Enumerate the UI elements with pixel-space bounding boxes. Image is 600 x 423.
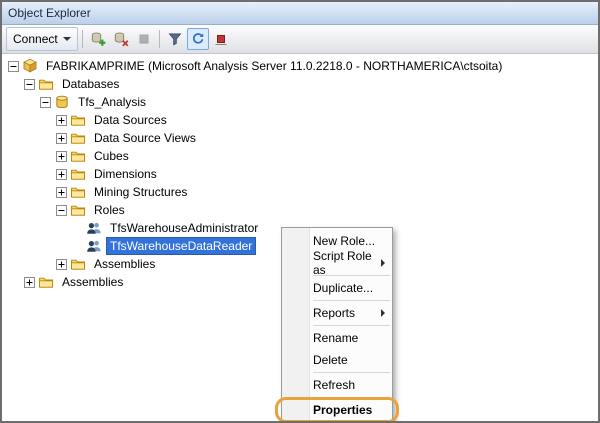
filter-icon bbox=[167, 31, 183, 47]
folder-icon bbox=[70, 130, 86, 146]
tree-item-label: Dimensions bbox=[94, 167, 157, 181]
folder-icon bbox=[70, 112, 86, 128]
tree-item-databases[interactable]: Databases bbox=[2, 75, 598, 93]
expand-expander-icon[interactable] bbox=[24, 276, 35, 288]
menu-item-script-role-as[interactable]: Script Role as bbox=[282, 249, 392, 277]
disconnect-server-icon bbox=[113, 31, 129, 47]
menu-item-delete[interactable]: Delete bbox=[282, 349, 392, 371]
tree-item-label: Roles bbox=[94, 203, 125, 217]
tree-item-dimensions[interactable]: Dimensions bbox=[2, 165, 598, 183]
menu-item-label: Reports bbox=[313, 306, 356, 320]
refresh-button[interactable] bbox=[186, 28, 209, 50]
folder-icon bbox=[70, 148, 86, 164]
chevron-down-icon bbox=[62, 37, 71, 41]
object-explorer-toolbar: Connect bbox=[2, 25, 598, 54]
folder-icon bbox=[70, 184, 86, 200]
refresh-icon bbox=[190, 31, 206, 47]
tree-item-tfs-analysis[interactable]: Tfs_Analysis bbox=[2, 93, 598, 111]
expand-expander-icon[interactable] bbox=[56, 186, 67, 198]
folder-icon bbox=[38, 76, 54, 92]
tree-item-label: TfsWarehouseAdministrator bbox=[110, 221, 259, 235]
expand-expander-icon[interactable] bbox=[56, 114, 67, 126]
tree-item-roles[interactable]: Roles bbox=[2, 201, 598, 219]
menu-item-rename[interactable]: Rename bbox=[282, 327, 392, 349]
tree-item-label: Cubes bbox=[94, 149, 129, 163]
collapse-expander-icon[interactable] bbox=[56, 204, 67, 216]
menu-separator bbox=[313, 275, 390, 276]
stop-refresh-icon bbox=[213, 31, 229, 47]
expand-expander-icon[interactable] bbox=[56, 258, 67, 270]
role-icon bbox=[86, 220, 102, 236]
context-menu: New Role... Script Role as Duplicate... Rep… bbox=[275, 227, 399, 421]
submenu-arrow-icon bbox=[381, 309, 385, 317]
tree-item-label: Data Source Views bbox=[94, 131, 196, 145]
database-icon bbox=[54, 94, 70, 110]
menu-item-label: Script Role as bbox=[313, 249, 372, 277]
menu-item-reports[interactable]: Reports bbox=[282, 302, 392, 324]
stop-button bbox=[133, 28, 155, 50]
folder-icon bbox=[70, 202, 86, 218]
menu-item-label: Duplicate... bbox=[313, 281, 374, 295]
tree-item-mining-structures[interactable]: Mining Structures bbox=[2, 183, 598, 201]
submenu-arrow-icon bbox=[381, 259, 385, 267]
tree-item-label: TfsWarehouseDataReader bbox=[106, 237, 257, 255]
tree-item-cubes[interactable]: Cubes bbox=[2, 147, 598, 165]
menu-separator bbox=[313, 397, 390, 398]
tree-item-label: FABRIKAMPRIME (Microsoft Analysis Server… bbox=[46, 59, 503, 73]
role-icon bbox=[86, 238, 102, 254]
panel-title: Object Explorer bbox=[8, 6, 91, 20]
tree-item-data-source-views[interactable]: Data Source Views bbox=[2, 129, 598, 147]
connect-dropdown-button[interactable]: Connect bbox=[6, 27, 78, 51]
menu-item-label: Properties bbox=[313, 403, 373, 417]
tree-item-label: Assemblies bbox=[94, 257, 156, 271]
tree-item-label: Databases bbox=[62, 77, 120, 91]
menu-item-duplicate[interactable]: Duplicate... bbox=[282, 277, 392, 299]
menu-item-label: Refresh bbox=[313, 378, 356, 392]
menu-separator bbox=[313, 300, 390, 301]
folder-icon bbox=[38, 274, 54, 290]
menu-item-label: Rename bbox=[313, 331, 359, 345]
folder-icon bbox=[70, 166, 86, 182]
menu-item-refresh[interactable]: Refresh bbox=[282, 374, 392, 396]
expand-expander-icon[interactable] bbox=[56, 132, 67, 144]
menu-item-properties[interactable]: Properties bbox=[275, 397, 399, 421]
menu-separator bbox=[313, 372, 390, 373]
filter-button[interactable] bbox=[164, 28, 186, 50]
disconnect-server-button[interactable] bbox=[110, 28, 132, 50]
tree-item-label: Mining Structures bbox=[94, 185, 188, 199]
folder-icon bbox=[70, 256, 86, 272]
menu-item-label: Delete bbox=[313, 353, 348, 367]
connect-button-label: Connect bbox=[13, 32, 58, 46]
tree-item-data-sources[interactable]: Data Sources bbox=[2, 111, 598, 129]
collapse-expander-icon[interactable] bbox=[24, 78, 35, 90]
toolbar-buttons bbox=[87, 28, 232, 50]
menu-item-label: New Role... bbox=[313, 234, 376, 248]
expand-expander-icon[interactable] bbox=[56, 168, 67, 180]
stop-icon bbox=[136, 31, 152, 47]
collapse-expander-icon[interactable] bbox=[8, 60, 19, 72]
menu-separator bbox=[313, 325, 390, 326]
tree-item-fabrikamprime-microsoft-analysis-server-[interactable]: FABRIKAMPRIME (Microsoft Analysis Server… bbox=[2, 57, 598, 75]
toolbar-separator bbox=[81, 30, 83, 48]
tree-item-label: Data Sources bbox=[94, 113, 167, 127]
collapse-expander-icon[interactable] bbox=[40, 96, 51, 108]
connect-server-button[interactable] bbox=[87, 28, 109, 50]
server-icon bbox=[22, 58, 38, 74]
panel-titlebar[interactable]: Object Explorer bbox=[2, 2, 598, 25]
toolbar-separator bbox=[158, 30, 160, 48]
tree-item-label: Assemblies bbox=[62, 275, 124, 289]
object-explorer-panel: Object Explorer Connect FABRIKAMPRIME (M… bbox=[0, 0, 600, 423]
connect-server-icon bbox=[90, 31, 106, 47]
stop-refresh-button[interactable] bbox=[210, 28, 232, 50]
tree-item-label: Tfs_Analysis bbox=[78, 95, 147, 109]
expand-expander-icon[interactable] bbox=[56, 150, 67, 162]
